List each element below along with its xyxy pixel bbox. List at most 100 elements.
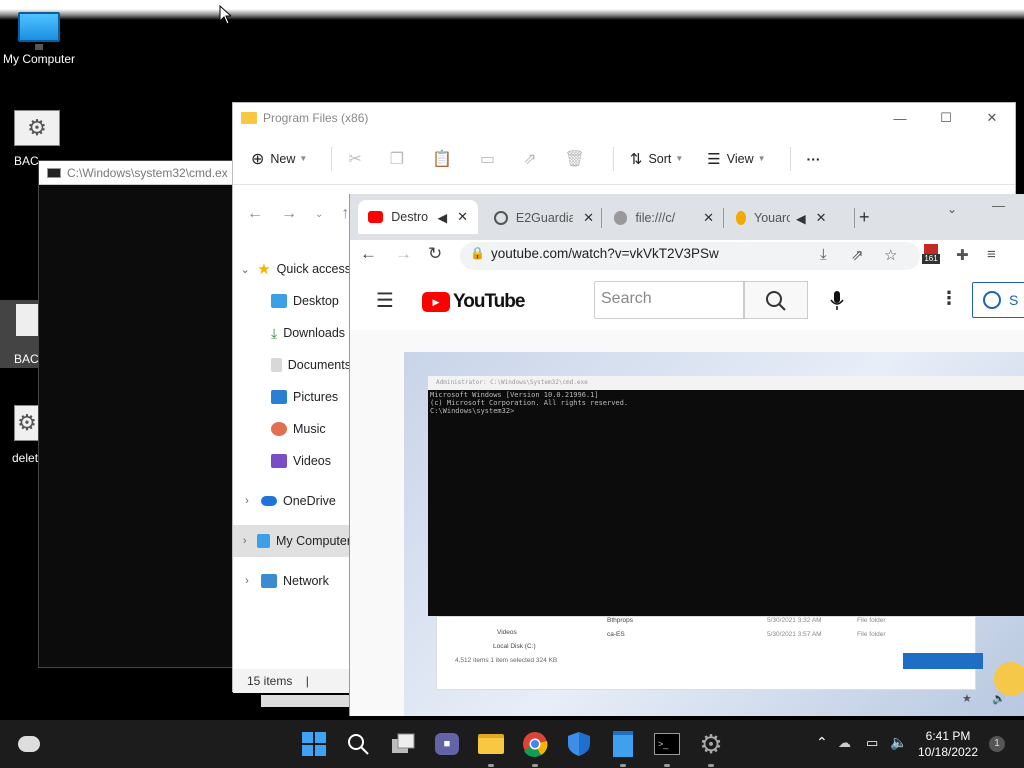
more-options-icon[interactable]: ⋮ [940, 288, 958, 309]
cmd-titlebar[interactable]: C:\Windows\system32\cmd.ex [39, 161, 237, 185]
youtube-search-input[interactable]: Search [594, 281, 744, 319]
share-icon[interactable]: ⇗ [851, 246, 864, 264]
nav-item-documents[interactable]: Documents [233, 349, 351, 381]
close-tab-icon[interactable]: ✕ [583, 210, 594, 226]
share-icon[interactable]: ⇗ [523, 149, 536, 169]
terminal-taskbar-button[interactable]: >_ [652, 729, 682, 759]
cmd-window[interactable]: C:\Windows\system32\cmd.ex [38, 160, 238, 668]
url-text[interactable]: youtube.com/watch?v=vkVkT2V3PSw [491, 246, 719, 261]
sort-button[interactable]: ⇅ Sort ▼ [630, 150, 683, 168]
close-tab-icon[interactable]: ✕ [457, 209, 468, 225]
recent-chevron-icon[interactable]: ⌄ [315, 209, 323, 220]
lock-icon: 🔒 [470, 246, 485, 260]
start-button[interactable] [299, 729, 329, 759]
voice-search-button[interactable] [820, 284, 854, 318]
teams-chat-button[interactable]: ■ [432, 729, 462, 759]
settings-taskbar-button[interactable]: ⚙ [696, 729, 726, 759]
tab-e2guardian[interactable]: E2Guardia ✕ [494, 206, 594, 230]
chrome-window[interactable]: Destro ◀ ✕ E2Guardia ✕ file:///c/ ✕ Youa… [349, 194, 1024, 716]
volume-icon[interactable]: 🔊 [992, 692, 1006, 705]
tab-youtube[interactable]: Destro ◀ ✕ [358, 200, 478, 234]
forward-arrow-icon[interactable]: → [395, 244, 412, 264]
close-button[interactable]: ✕ [969, 103, 1015, 133]
menu-icon[interactable]: ☰ [376, 288, 394, 313]
divider [331, 146, 333, 171]
maximize-button[interactable]: ☐ [923, 103, 969, 133]
horizontal-scrollbar[interactable] [261, 695, 351, 707]
chevron-right-icon[interactable]: › [233, 575, 261, 587]
copy-icon[interactable]: ❐ [390, 149, 404, 169]
youtube-logo[interactable]: ▶ YouTube [422, 291, 525, 313]
cut-icon[interactable]: ✂ [348, 149, 361, 169]
tab-search-icon[interactable]: ⌄ [947, 202, 957, 216]
folder-icon [241, 112, 257, 124]
tab-separator [601, 208, 602, 228]
chevron-up-icon[interactable]: ⌃ [816, 734, 828, 751]
weather-widget[interactable] [14, 729, 44, 759]
nav-item-desktop[interactable]: Desktop [233, 285, 351, 317]
chevron-right-icon[interactable]: › [233, 495, 261, 507]
rename-icon[interactable]: ▭ [480, 149, 495, 169]
new-tab-button[interactable]: + [859, 207, 870, 228]
explorer-titlebar[interactable]: Program Files (x86) — ☐ ✕ [233, 103, 1015, 133]
video-explorer-type: File folder [857, 631, 886, 638]
nav-item-onedrive[interactable]: › OneDrive [233, 485, 351, 517]
more-options-button[interactable]: ··· [807, 151, 821, 167]
bookmark-star-icon[interactable]: ★ [962, 692, 972, 705]
minimize-button[interactable]: — [992, 198, 1005, 213]
extensions-puzzle-icon[interactable]: ✚ [956, 246, 969, 264]
extension-badge-count: 161 [922, 254, 940, 264]
task-view-button[interactable] [388, 729, 418, 759]
nav-item-network[interactable]: › Network [233, 565, 351, 597]
desktop-icon-my-computer[interactable]: My Computer [0, 12, 78, 66]
speaker-icon: ◀ [437, 210, 448, 225]
view-button[interactable]: ☰ View ▼ [707, 150, 765, 168]
chevron-down-icon: ▼ [299, 154, 308, 163]
volume-icon[interactable]: 🔈 [890, 734, 907, 751]
extension-badge-icon[interactable]: 161 [922, 244, 940, 266]
close-tab-icon[interactable]: ✕ [703, 210, 714, 226]
nav-item-music[interactable]: Music [233, 413, 351, 445]
onedrive-off-icon[interactable]: ☁ [838, 735, 851, 751]
back-arrow-icon[interactable]: ← [360, 244, 377, 264]
nav-item-pictures[interactable]: Pictures [233, 381, 351, 413]
sign-in-button[interactable]: S [972, 282, 1024, 318]
nav-item-downloads[interactable]: ⤓ Downloads [233, 317, 351, 349]
tab-file[interactable]: file:///c/ ✕ [614, 206, 714, 230]
sort-button-label: Sort [648, 151, 672, 166]
back-arrow-icon[interactable]: ← [247, 205, 263, 223]
nav-item-quick-access[interactable]: ⌄ ★ Quick access [233, 253, 351, 285]
network-icon[interactable]: ▭ [866, 735, 878, 751]
tab-youarc[interactable]: Youarc ◀ ✕ [736, 206, 844, 230]
paste-icon[interactable]: 📋 [432, 149, 452, 169]
youtube-search-button[interactable] [744, 281, 808, 319]
new-button[interactable]: ⊕ New ▼ [251, 149, 307, 169]
settings-shortcut-icon: ⚙ [14, 405, 40, 441]
desktop-icon-delet[interactable]: ⚙ delet [0, 405, 40, 465]
close-tab-icon[interactable]: ✕ [816, 210, 827, 226]
notepad-taskbar-button[interactable] [608, 729, 638, 759]
bookmark-star-icon[interactable]: ☆ [884, 246, 897, 264]
security-taskbar-button[interactable] [564, 729, 594, 759]
taskbar-search-button[interactable] [343, 729, 373, 759]
forward-arrow-icon[interactable]: → [281, 205, 297, 223]
install-app-icon[interactable]: ⤓ [820, 246, 827, 263]
notification-badge[interactable]: 1 [989, 736, 1005, 752]
chrome-taskbar-button[interactable] [520, 729, 550, 759]
desktop: My Computer ⚙ BAC BAC ⚙ delet C:\Windows… [0, 0, 1024, 768]
minimize-button[interactable]: — [877, 103, 923, 133]
documents-icon [271, 358, 282, 372]
chevron-right-icon[interactable]: › [233, 535, 257, 547]
chevron-down-icon[interactable]: ⌄ [233, 263, 257, 276]
media-controls-icon[interactable]: ≡ [987, 246, 996, 263]
desktop-icon-bac-2[interactable]: BAC [0, 300, 40, 368]
nav-item-videos[interactable]: Videos [233, 445, 351, 477]
video-player[interactable]: Administrator: C:\Windows\System32\cmd.e… [404, 352, 1024, 716]
reload-icon[interactable]: ↻ [428, 244, 442, 264]
notepad-icon [613, 731, 633, 757]
nav-item-my-computer[interactable]: › My Computer [233, 525, 351, 557]
file-explorer-taskbar-button[interactable] [476, 729, 506, 759]
system-clock[interactable]: 6:41 PM 10/18/2022 [912, 728, 984, 760]
videos-icon [271, 454, 287, 468]
delete-icon[interactable]: 🗑 [565, 149, 585, 169]
